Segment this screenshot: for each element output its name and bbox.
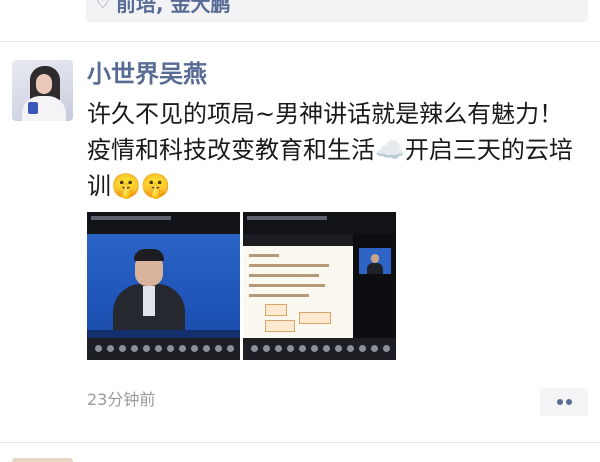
previous-post-likes-panel: ♡ 前培, 金大鹏: [86, 0, 588, 22]
presentation-slide: [243, 246, 353, 338]
speaker-hair: [134, 249, 164, 261]
post-image-1[interactable]: [87, 212, 240, 360]
post-divider-top: [0, 41, 600, 42]
video-control-bar: [243, 338, 396, 360]
post-timestamp: 23分钟前: [87, 390, 156, 409]
post-username[interactable]: 小世界吴燕: [87, 58, 207, 90]
avatar-badge: [28, 102, 38, 114]
speaker-desk: [87, 330, 240, 338]
avatar[interactable]: [12, 60, 73, 121]
more-dots-icon: [566, 399, 572, 405]
avatar-face: [36, 74, 52, 94]
video-title-bar: [87, 212, 240, 234]
presenter-thumbnail: [359, 248, 391, 274]
post-divider-bottom: [0, 442, 600, 443]
next-post-avatar[interactable]: [12, 458, 73, 462]
post-text: 许久不见的项局~男神讲话就是辣么有魅力！疫情和科技改变教育和生活☁️开启三天的云…: [87, 100, 573, 200]
speaker-shirt: [143, 286, 155, 316]
heart-icon: ♡: [96, 0, 110, 12]
post-image-2[interactable]: [243, 212, 396, 360]
more-dots-icon: [557, 399, 563, 405]
more-options-button[interactable]: [540, 388, 588, 416]
previous-post-like-names[interactable]: 前培, 金大鹏: [116, 0, 231, 17]
video-control-bar: [87, 338, 240, 360]
video-title-bar: [243, 212, 396, 234]
